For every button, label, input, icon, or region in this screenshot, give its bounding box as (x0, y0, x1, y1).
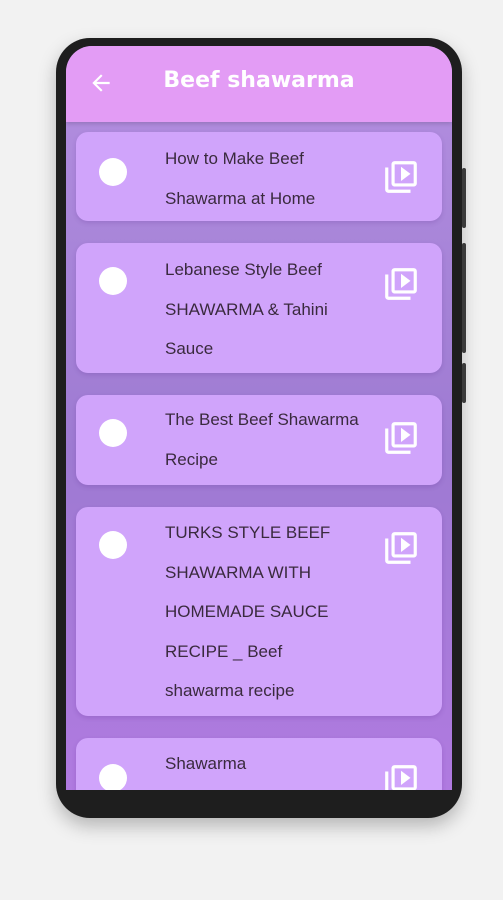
radio-button[interactable] (99, 267, 127, 295)
page-title: Beef shawarma (163, 68, 355, 93)
list-item[interactable]: Lebanese Style Beef SHAWARMA & Tahini Sa… (76, 243, 442, 373)
radio-button[interactable] (99, 764, 127, 790)
item-title: How to Make Beef Shawarma at Home (165, 149, 316, 208)
list-item[interactable]: The Best Beef Shawarma Recipe (76, 395, 442, 485)
radio-button[interactable] (99, 419, 127, 447)
app-bar: Beef shawarma (66, 46, 452, 122)
item-title: Shawarma (165, 754, 247, 773)
item-title: The Best Beef Shawarma Recipe (165, 410, 359, 469)
list-item[interactable]: How to Make Beef Shawarma at Home (76, 132, 442, 221)
recipe-list: How to Make Beef Shawarma at Home Lebane… (76, 132, 442, 790)
power-button (462, 363, 466, 403)
radio-button[interactable] (99, 531, 127, 559)
radio-button[interactable] (99, 158, 127, 186)
item-title: TURKS STYLE BEEF SHAWARMA WITH HOMEMADE … (165, 523, 331, 700)
list-item[interactable]: TURKS STYLE BEEF SHAWARMA WITH HOMEMADE … (76, 507, 442, 716)
phone-frame: Beef shawarma How to Make Beef Shawarma … (56, 38, 466, 818)
list-item[interactable]: Shawarma (76, 738, 442, 790)
app-screen: Beef shawarma How to Make Beef Shawarma … (66, 46, 452, 790)
video-library-icon[interactable] (382, 762, 420, 790)
video-library-icon[interactable] (382, 265, 420, 303)
video-library-icon[interactable] (382, 419, 420, 457)
item-title: Lebanese Style Beef SHAWARMA & Tahini Sa… (165, 260, 328, 358)
video-library-icon[interactable] (382, 529, 420, 567)
volume-button (462, 168, 466, 228)
video-library-icon[interactable] (382, 158, 420, 196)
volume-rocker (462, 243, 466, 353)
